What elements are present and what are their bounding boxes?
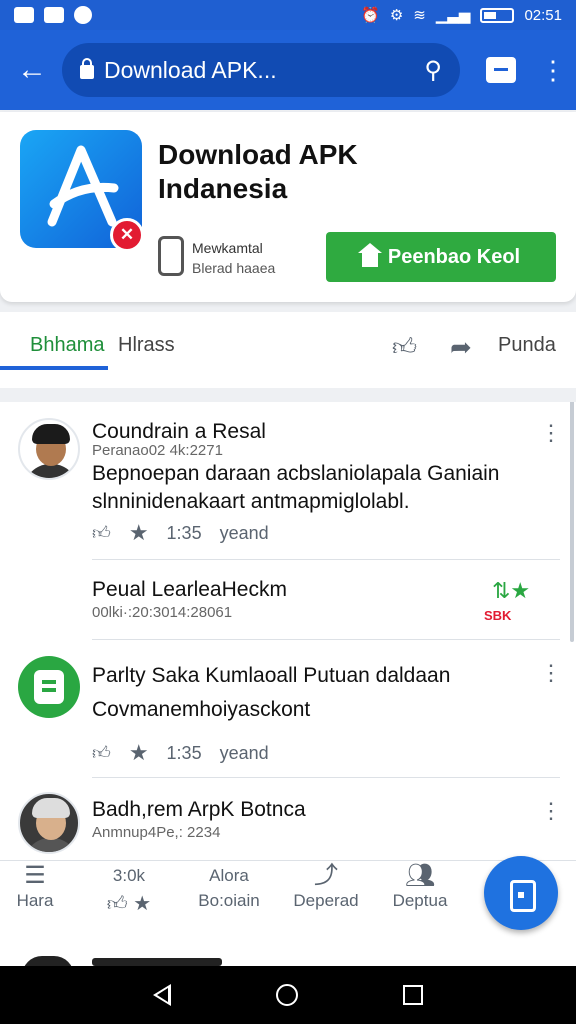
tab-bar: Bhhama Hlrass 👍︎ ➦ Punda	[0, 312, 576, 388]
post-item[interactable]: Badh,rem ArpK Botnca Anmnup4Pe,: 2234 ⋮	[0, 778, 576, 860]
app-notification-icon	[74, 6, 92, 24]
star-icon[interactable]: ★	[129, 520, 149, 546]
post-badge: SBK	[484, 608, 512, 623]
status-time: 02:51	[524, 6, 562, 24]
install-label: Peenbao Keol	[387, 245, 521, 268]
post-item[interactable]: Peual LearleaHeckm 00lki·:20:3014:28061 …	[0, 560, 576, 640]
post-feed: Coundrain a Resal Peranao02 4k:2271 Bepn…	[0, 402, 576, 860]
app-bar: ← Download APK... ⚲ ⋮	[0, 30, 576, 110]
more-vert-icon[interactable]: ⋮	[540, 420, 562, 446]
install-button[interactable]: Peenbao Keol	[326, 232, 556, 282]
star-icon[interactable]: ★	[129, 740, 149, 766]
app-header-card: ✕ Download APK Indanesia Mewkamtal Blera…	[0, 112, 576, 302]
nav-label: Deptua	[392, 891, 448, 910]
nav-label: Alora	[209, 866, 249, 885]
post-title[interactable]: Badh,rem ArpK Botnca	[92, 798, 306, 822]
developer-icon	[158, 236, 184, 276]
url-text: Download APK...	[104, 56, 277, 83]
scrollbar[interactable]	[570, 402, 574, 642]
post-item[interactable]: Parlty Saka Kumlaoall Putuan daldaan Cov…	[0, 640, 576, 778]
post-title-peek	[92, 958, 222, 966]
home-icon	[357, 243, 382, 267]
post-stat: 1:35	[166, 522, 202, 543]
post-actions: 👍︎ ★ 1:35 yeand	[92, 740, 269, 766]
gallery-icon	[14, 7, 34, 23]
download-icon	[44, 7, 64, 23]
next-post-peek	[0, 940, 576, 976]
system-home-icon[interactable]	[275, 984, 298, 1006]
thumbs-up-icon[interactable]: 👍︎	[92, 742, 111, 764]
nav-item-trending[interactable]: ⤴ Deperad	[284, 861, 368, 911]
trending-icon: ⤴	[314, 862, 338, 889]
more-vert-icon[interactable]: ⋮	[540, 55, 566, 86]
thumbs-up-icon[interactable]: 👍︎	[392, 334, 417, 362]
post-meta: Anmnup4Pe,: 2234	[92, 824, 221, 841]
back-arrow-icon[interactable]: ←	[14, 53, 50, 87]
post-body: Covmanemhoiyasckont	[92, 698, 311, 721]
list-icon: ☰	[24, 862, 46, 889]
nav-label: Deperad	[293, 891, 359, 910]
developer-name[interactable]: Mewkamtal	[192, 240, 263, 256]
people-icon: 👥︎	[404, 862, 436, 889]
search-icon[interactable]: ⚲	[424, 56, 442, 85]
nav-item-home[interactable]: ☰ Hara	[10, 861, 60, 911]
status-bar: ⏰ ⚙ ≋ ▁▃▅ 02:51	[0, 0, 576, 30]
star-icon: ★	[133, 893, 152, 915]
alarm-icon: ⏰	[361, 7, 380, 24]
post-title[interactable]: Parlty Saka Kumlaoall Putuan daldaan	[92, 664, 450, 688]
tab-active[interactable]: Bhhama	[30, 334, 105, 357]
tab-indicator	[0, 366, 108, 370]
thumbs-up-icon: 👍︎	[106, 893, 128, 915]
more-vert-icon[interactable]: ⋮	[540, 798, 562, 824]
post-stat: 1:35	[166, 742, 202, 763]
avatar[interactable]	[18, 418, 80, 480]
thumbs-up-icon[interactable]: 👍︎	[92, 522, 111, 544]
post-actions: 👍︎ ★ 1:35 yeand	[92, 520, 269, 546]
nav-sublabel: Bo:oiain	[198, 891, 260, 910]
developer-subtitle: Blerad haaea	[192, 260, 276, 276]
share-icon[interactable]: ➦	[450, 332, 472, 363]
settings-icon: ⚙	[389, 7, 404, 24]
nav-item-explore[interactable]: Alora Bo:oiain	[184, 861, 274, 911]
post-body: Bepnoepan daraan acbslaniolapala Ganiain…	[92, 462, 500, 513]
more-vert-icon[interactable]: ⋮	[540, 660, 562, 686]
url-search-bar[interactable]: Download APK... ⚲	[62, 43, 460, 97]
avatar[interactable]	[18, 792, 80, 854]
error-badge-icon: ✕	[110, 218, 144, 252]
signal-icon: ▁▃▅	[435, 7, 471, 24]
system-back-icon[interactable]	[152, 984, 171, 1006]
nav-label: Hara	[16, 891, 54, 910]
system-nav-bar	[0, 966, 576, 1024]
nav-item-people[interactable]: 👥︎ Deptua	[380, 861, 460, 911]
post-title[interactable]: Peual LearleaHeckm	[92, 578, 287, 602]
share-label[interactable]: Punda	[498, 334, 556, 357]
nav-item-likes[interactable]: 3:0k 👍︎ ★	[84, 861, 174, 916]
lock-icon	[80, 58, 94, 79]
post-item[interactable]: Coundrain a Resal Peranao02 4k:2271 Bepn…	[0, 402, 576, 560]
post-meta: Peranao02 4k:2271	[92, 442, 223, 459]
chat-app-icon[interactable]	[18, 656, 80, 718]
wifi-icon: ≋	[413, 7, 426, 24]
post-stat-label: yeand	[219, 742, 269, 763]
post-meta: 00lki·:20:3014:28061	[92, 604, 233, 621]
message-icon[interactable]	[486, 57, 516, 83]
nav-label: 3:0k	[112, 866, 146, 885]
floating-action-button[interactable]	[484, 856, 558, 930]
battery-icon	[480, 7, 515, 23]
system-recents-icon[interactable]	[403, 985, 424, 1005]
tab-second[interactable]: Hlrass	[118, 334, 175, 357]
app-title: Download APK Indanesia	[158, 139, 358, 204]
post-stat-label: yeand	[219, 522, 269, 543]
post-title[interactable]: Coundrain a Resal	[92, 420, 266, 444]
green-arrow-star-icon: ⇅★	[492, 578, 531, 603]
